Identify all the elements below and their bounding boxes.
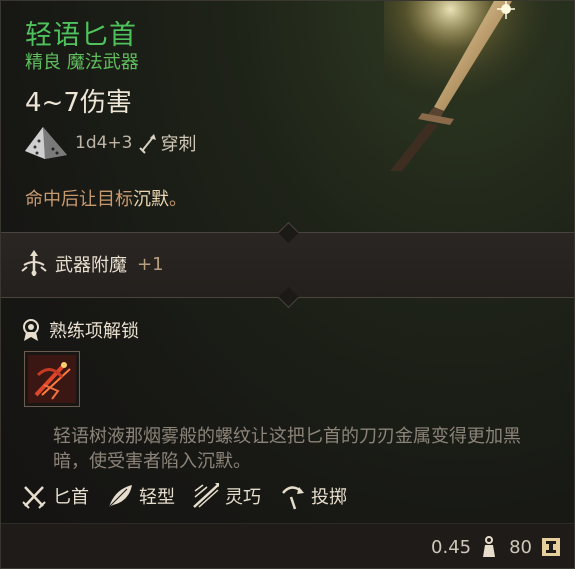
proficiency-unlock-label: 熟练项解锁 xyxy=(49,321,139,342)
item-footer: 0.45 80 xyxy=(1,523,574,568)
damage-range: 4~7伤害 xyxy=(25,88,132,118)
item-description: 轻语树液那烟雾般的螺纹让这把匕首的刀刃金属变得更加黑暗，使受害者陷入沉默。 xyxy=(53,426,521,472)
weapon-tags: 匕首 轻型 灵巧 投掷 xyxy=(19,481,363,511)
enchantment-row[interactable]: 武器附魔 +1 xyxy=(19,249,164,279)
effect-suffix: 。 xyxy=(169,189,187,210)
dice-roll: 1d4+3 xyxy=(75,133,133,153)
item-tooltip: 轻语匕首 精良 魔法武器 4~7伤害 1d4+3 穿刺 命中后让目标沉默。 武器… xyxy=(0,0,575,569)
tag-dagger[interactable]: 匕首 xyxy=(19,481,89,511)
d4-dice-icon xyxy=(25,127,67,159)
weapon-action-icon xyxy=(28,355,76,403)
damage-type: 穿刺 xyxy=(160,134,197,155)
tag-thrown[interactable]: 投掷 xyxy=(277,481,347,511)
proficiency-unlock-row: 熟练项解锁 xyxy=(21,317,139,343)
enchantment-section: 武器附魔 +1 xyxy=(1,221,574,309)
tag-finesse[interactable]: 灵巧 xyxy=(191,481,261,511)
finesse-icon xyxy=(193,483,219,508)
item-rarity-type: 精良 魔法武器 xyxy=(25,52,139,73)
ability-slot[interactable] xyxy=(24,351,80,407)
damage-dice-row: 1d4+3 穿刺 xyxy=(23,125,196,161)
item-weight: 0.45 xyxy=(431,536,472,558)
item-price: 80 xyxy=(509,536,532,558)
dagger-art xyxy=(384,1,574,171)
gold-coin-icon xyxy=(542,538,560,556)
feather-icon xyxy=(108,485,132,508)
band-notch-bottom xyxy=(277,286,300,309)
enchantment-label: 武器附魔 xyxy=(55,255,127,276)
piercing-icon xyxy=(139,134,157,154)
effect-keyword-silence[interactable]: 沉默 xyxy=(133,189,169,210)
enchantment-icon xyxy=(21,250,47,276)
thrown-icon xyxy=(282,486,304,510)
effect-prefix: 命中后让目标 xyxy=(25,189,133,210)
tag-thrown-label: 投掷 xyxy=(311,487,347,508)
weight-icon xyxy=(483,536,496,557)
item-effect: 命中后让目标沉默。 xyxy=(25,185,187,211)
tag-light[interactable]: 轻型 xyxy=(105,481,175,511)
item-name: 轻语匕首 xyxy=(25,20,137,51)
crossed-daggers-icon xyxy=(22,486,46,509)
enchantment-value: +1 xyxy=(137,253,164,275)
footer-stats: 0.45 80 xyxy=(431,535,562,559)
tag-finesse-label: 灵巧 xyxy=(225,487,261,508)
band-notch-top xyxy=(277,221,300,244)
tag-light-label: 轻型 xyxy=(139,487,175,508)
tag-dagger-label: 匕首 xyxy=(53,487,89,508)
proficiency-medal-icon xyxy=(23,319,39,341)
